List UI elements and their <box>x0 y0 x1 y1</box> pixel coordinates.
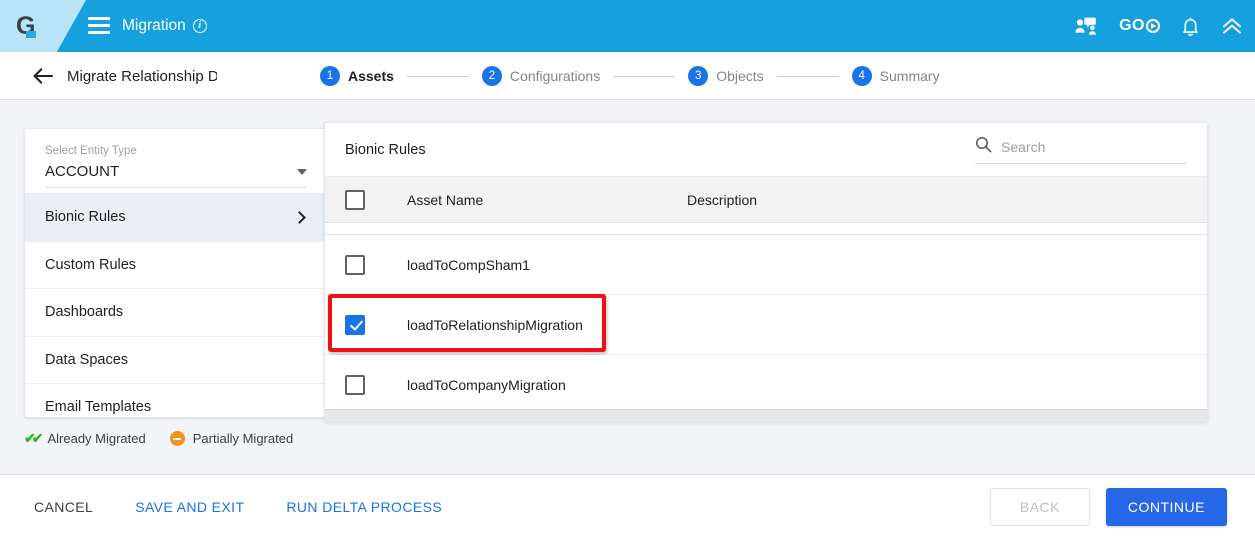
search-icon <box>975 136 992 158</box>
step-objects[interactable]: 3 Objects <box>688 66 764 86</box>
sidebar-item-bionic-rules[interactable]: Bionic Rules <box>25 193 327 241</box>
play-circle-icon <box>1146 19 1160 33</box>
scrollbar-thumb[interactable] <box>325 410 1207 421</box>
app-title-group: Migration i <box>122 0 207 52</box>
footer-left-actions: CANCEL SAVE AND EXIT RUN DELTA PROCESS <box>34 499 442 515</box>
step-label: Configurations <box>509 68 601 84</box>
select-all-checkbox[interactable] <box>345 189 365 210</box>
step-number: 1 <box>320 66 340 86</box>
save-and-exit-button[interactable]: SAVE AND EXIT <box>135 499 244 515</box>
entity-type-label: Select Entity Type <box>45 145 137 157</box>
back-button[interactable]: BACK <box>989 487 1090 526</box>
sidebar-item-label: Bionic Rules <box>45 209 126 226</box>
cell-asset-name: loadToRelationshipMigration <box>407 316 583 333</box>
step-connector <box>406 75 469 77</box>
horizontal-scrollbar[interactable] <box>325 409 1207 421</box>
legend-already-migrated: ✔✔ Already Migrated <box>24 430 146 447</box>
run-delta-process-button[interactable]: RUN DELTA PROCESS <box>286 499 442 515</box>
footer-right-actions: BACK CONTINUE <box>989 487 1227 526</box>
entity-type-value: ACCOUNT <box>45 163 120 180</box>
step-label: Assets <box>348 68 394 84</box>
step-summary[interactable]: 4 Summary <box>851 66 940 86</box>
select-all-cell <box>345 189 407 210</box>
continue-button[interactable]: CONTINUE <box>1105 487 1227 526</box>
chevron-down-icon <box>297 168 307 175</box>
row-select-cell <box>345 254 407 275</box>
topbar-actions: GO <box>1075 0 1243 52</box>
legend-label: Already Migrated <box>47 431 146 446</box>
info-icon[interactable]: i <box>192 19 207 33</box>
main-content: Select Entity Type ACCOUNT Bionic Rules … <box>0 100 1255 474</box>
legend-label: Partially Migrated <box>192 431 294 446</box>
row-checkbox[interactable] <box>345 254 365 275</box>
assets-table-header: Bionic Rules <box>325 123 1207 177</box>
step-connector <box>776 75 839 77</box>
sidebar-item-label: Email Templates <box>45 399 152 416</box>
bell-icon[interactable] <box>1182 17 1199 36</box>
partial-row-top <box>325 223 1207 235</box>
minus-circle-icon <box>169 431 185 446</box>
sidebar-item-email-templates[interactable]: Email Templates <box>25 383 327 417</box>
step-label: Summary <box>879 68 940 84</box>
step-number: 2 <box>481 66 502 86</box>
hamburger-menu-icon[interactable] <box>88 17 110 34</box>
step-assets[interactable]: 1 Assets <box>320 66 394 86</box>
status-legend: ✔✔ Already Migrated Partially Migrated <box>24 430 293 447</box>
wizard-stepper: 1 Assets 2 Configurations 3 Objects 4 Su… <box>320 52 940 100</box>
entity-sidebar: Select Entity Type ACCOUNT Bionic Rules … <box>24 128 328 418</box>
page-subheader: Migrate Relationship Dep 1 Assets 2 Conf… <box>0 52 1255 100</box>
cancel-button[interactable]: CANCEL <box>34 499 93 515</box>
sidebar-item-label: Data Spaces <box>45 351 129 368</box>
step-number: 4 <box>851 66 872 86</box>
users-chat-icon[interactable] <box>1075 17 1097 35</box>
row-select-cell <box>345 374 407 395</box>
step-label: Objects <box>716 68 764 84</box>
go-label: GO <box>1119 17 1145 34</box>
assets-table-title: Bionic Rules <box>345 141 426 158</box>
top-app-bar: G Migration i GO <box>0 0 1255 52</box>
entity-type-select[interactable]: Select Entity Type ACCOUNT <box>25 129 327 193</box>
logo-g-text: G <box>16 11 37 40</box>
double-chevron-up-icon[interactable] <box>1221 17 1243 35</box>
double-check-icon: ✔✔ <box>24 430 44 446</box>
table-row[interactable]: loadToCompanyMigration <box>325 355 1207 415</box>
cell-asset-name: loadToCompanyMigration <box>407 376 566 393</box>
table-row[interactable]: loadToCompSham1 <box>325 235 1207 295</box>
legend-partially-migrated: Partially Migrated <box>169 431 294 446</box>
cell-asset-name: loadToCompSham1 <box>407 256 530 273</box>
sidebar-item-label: Custom Rules <box>45 256 137 273</box>
column-header-asset-name: Asset Name <box>407 191 484 208</box>
page-title: Migrate Relationship Dep <box>67 67 217 85</box>
step-connector <box>613 75 676 77</box>
sidebar-item-custom-rules[interactable]: Custom Rules <box>25 240 327 289</box>
entity-type-control[interactable]: ACCOUNT <box>45 163 307 188</box>
table-row[interactable]: loadToRelationshipMigration <box>325 294 1207 355</box>
page-footer: CANCEL SAVE AND EXIT RUN DELTA PROCESS B… <box>0 474 1255 538</box>
sidebar-item-label: Dashboards <box>45 304 124 321</box>
app-title: Migration <box>122 17 186 34</box>
step-number: 3 <box>688 66 709 86</box>
row-checkbox[interactable] <box>345 374 365 395</box>
search-input[interactable] <box>1001 138 1187 155</box>
back-arrow-icon[interactable] <box>32 66 54 86</box>
chevron-right-icon <box>293 210 306 224</box>
go-icon[interactable]: GO <box>1119 17 1160 35</box>
row-select-cell <box>345 314 407 335</box>
assets-table-panel: Bionic Rules Asset Name Description <box>324 122 1208 422</box>
table-column-headers: Asset Name Description <box>325 177 1207 223</box>
sidebar-item-dashboards[interactable]: Dashboards <box>25 288 327 336</box>
row-checkbox[interactable] <box>345 314 365 335</box>
search-box[interactable] <box>975 136 1187 164</box>
sidebar-item-data-spaces[interactable]: Data Spaces <box>25 335 327 384</box>
step-configurations[interactable]: 2 Configurations <box>481 66 601 86</box>
app-logo[interactable]: G <box>0 0 86 52</box>
column-header-description: Description <box>687 191 758 208</box>
